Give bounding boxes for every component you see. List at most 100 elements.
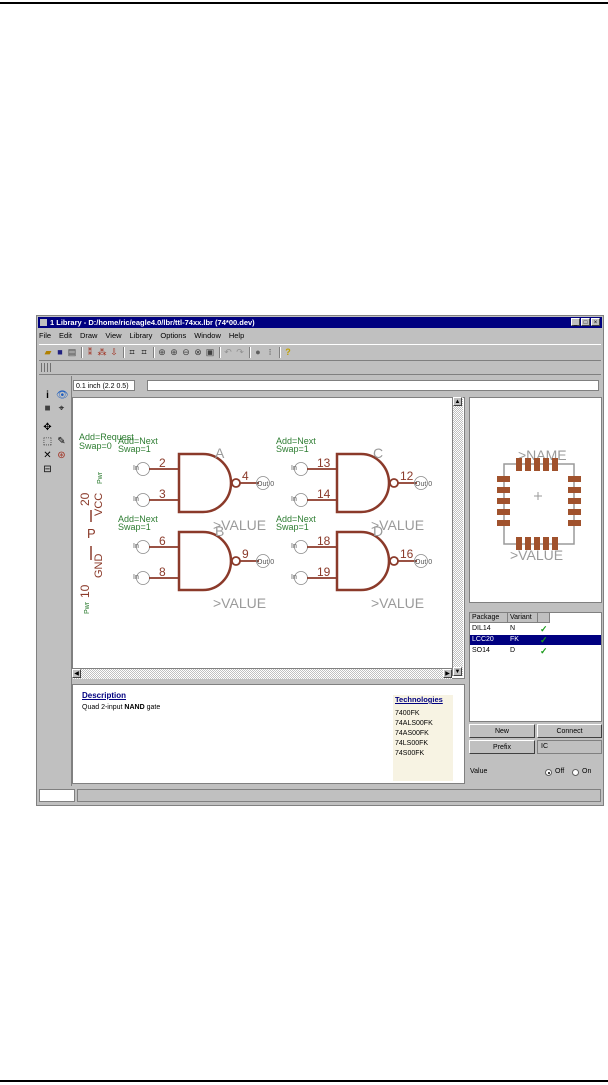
pin-direction: In <box>291 543 297 550</box>
undo-icon[interactable]: ↶ <box>223 347 233 357</box>
group-icon[interactable]: ⬚ <box>42 436 53 447</box>
symbol-icon[interactable]: ⇩ <box>109 347 119 357</box>
pin-direction: In <box>133 543 139 550</box>
pin-direction: Out 0 <box>257 559 274 566</box>
pwr-label-bottom: Pwr <box>84 601 91 614</box>
mark-icon[interactable]: ⌖ <box>56 403 67 414</box>
toolbar: ▰ ■ ▤ ⁑ ⁂ ⇩ ⌗ ⌗ ⊕ ⊕ ⊖ ⊗ ▣ ↶ ↷ ● ⁝ ? <box>39 344 601 361</box>
technologies-link[interactable]: Technologies <box>395 695 443 704</box>
schematic-svg[interactable]: Add=Request Swap=0 20 Pwr VCC P 10 GND P… <box>73 398 453 666</box>
redraw-icon[interactable]: ▣ <box>205 347 215 357</box>
save-icon[interactable]: ■ <box>55 347 65 357</box>
header-variant[interactable]: Variant <box>508 613 538 623</box>
command-line-input[interactable] <box>147 380 599 391</box>
toolbar-separator <box>219 347 221 358</box>
help-icon[interactable]: ? <box>283 347 293 357</box>
add-icon[interactable]: ⊛ <box>56 450 67 461</box>
device-symbol-canvas[interactable]: Add=Request Swap=0 20 Pwr VCC P 10 GND P… <box>72 397 465 679</box>
gate-value: >VALUE <box>371 595 424 611</box>
pin-number: 2 <box>159 456 166 470</box>
value-on-radio[interactable] <box>572 769 579 776</box>
prefix-button[interactable]: Prefix <box>469 740 535 754</box>
info-icon[interactable]: i <box>42 390 53 401</box>
prefix-field[interactable]: IC <box>537 740 602 754</box>
menu-file[interactable]: File <box>39 331 51 340</box>
change-icon[interactable]: ✎ <box>56 436 67 447</box>
menu-draw[interactable]: Draw <box>80 331 98 340</box>
scroll-left-arrow[interactable]: ◀ <box>72 669 81 678</box>
header-package[interactable]: Package <box>470 613 508 623</box>
menu-library[interactable]: Library <box>129 331 152 340</box>
menu-bar: File Edit Draw View Library Options Wind… <box>39 331 250 342</box>
grid2-icon[interactable]: ⌗ <box>139 347 149 357</box>
package-icon[interactable]: ⁂ <box>97 347 107 357</box>
pwr-vcc: VCC <box>93 493 105 516</box>
technologies-box: Technologies 7400FK 74ALS00FK 74AS00FK 7… <box>393 695 453 781</box>
go-icon[interactable]: ⁝ <box>265 347 275 357</box>
attr-swap-1: Swap=1 <box>276 444 309 454</box>
technology-item: 74S00FK <box>395 750 425 757</box>
smd-pad <box>497 520 510 526</box>
status-cell <box>39 789 75 802</box>
redo-icon[interactable]: ↷ <box>235 347 245 357</box>
app-icon[interactable] <box>40 319 47 326</box>
zoom-fit-icon[interactable]: ⊕ <box>157 347 167 357</box>
toolbar-separator <box>81 347 83 358</box>
new-button[interactable]: New <box>469 724 535 738</box>
attr-swap-0: Swap=0 <box>79 441 112 451</box>
header-check <box>538 613 550 623</box>
package-variant-table: Package Variant DIL14 N ✓ LCC20 FK ✓ SO1… <box>469 612 602 722</box>
page-top-rule <box>0 2 608 4</box>
connect-button[interactable]: Connect <box>537 724 602 738</box>
zoom-select-icon[interactable]: ⊗ <box>193 347 203 357</box>
smd-pad <box>516 458 522 471</box>
smd-pad <box>497 487 510 493</box>
delete-icon[interactable]: ✕ <box>42 450 53 461</box>
zoom-in-icon[interactable]: ⊕ <box>169 347 179 357</box>
smd-pad <box>552 537 558 550</box>
smd-pad <box>568 498 581 504</box>
description-link[interactable]: Description <box>82 691 126 700</box>
package-svg: >NAME >VALUE <box>497 447 581 563</box>
menu-options[interactable]: Options <box>160 331 186 340</box>
close-button[interactable]: × <box>591 318 600 326</box>
grid-icon[interactable]: ⌗ <box>127 347 137 357</box>
pwr-pin-bottom: 10 <box>78 584 92 598</box>
table-row-selected[interactable]: LCC20 FK ✓ <box>470 635 601 645</box>
smd-pad <box>534 458 540 471</box>
pwr-label-top: Pwr <box>97 471 104 484</box>
technology-item: 7400FK <box>395 710 420 717</box>
eagle-library-window: 1 Library - D:/home/ric/eagle4.0/lbr/ttl… <box>36 315 604 806</box>
value-off-radio[interactable] <box>545 769 552 776</box>
device-icon[interactable]: ⁑ <box>85 347 95 357</box>
menu-help[interactable]: Help <box>229 331 244 340</box>
title-bar[interactable]: 1 Library - D:/home/ric/eagle4.0/lbr/ttl… <box>38 317 602 328</box>
scroll-right-arrow[interactable]: ▶ <box>443 669 452 678</box>
stop-icon[interactable]: ● <box>253 347 263 357</box>
maximize-button[interactable]: □ <box>581 318 590 326</box>
pin-number: 18 <box>317 534 331 548</box>
technology-item: 74LS00FK <box>395 740 429 747</box>
show-icon[interactable]: 👁 <box>56 390 69 401</box>
minimize-button[interactable]: _ <box>571 318 580 326</box>
nand-gate-body <box>335 452 391 514</box>
table-row[interactable]: DIL14 N ✓ <box>470 624 601 634</box>
zoom-out-icon[interactable]: ⊖ <box>181 347 191 357</box>
print-icon[interactable]: ▤ <box>67 347 77 357</box>
vertical-scrollbar[interactable]: ▲ ▼ <box>452 397 463 676</box>
table-row[interactable]: SO14 D ✓ <box>470 646 601 656</box>
horizontal-scrollbar[interactable]: ◀ ▶ <box>72 668 452 679</box>
grid-toggle-icon[interactable] <box>41 363 51 372</box>
scroll-down-arrow[interactable]: ▼ <box>453 667 462 676</box>
name-icon[interactable]: ⊟ <box>42 464 53 475</box>
nand-gates: Add=NextSwap=1 A>VALUEIn 2In 34Out 0Add=Nex… <box>118 436 432 611</box>
value-on-label: On <box>582 768 592 775</box>
open-icon[interactable]: ▰ <box>43 347 53 357</box>
menu-window[interactable]: Window <box>194 331 221 340</box>
scroll-up-arrow[interactable]: ▲ <box>453 397 462 406</box>
move-icon[interactable]: ✥ <box>42 422 53 433</box>
menu-edit[interactable]: Edit <box>59 331 72 340</box>
smd-pad <box>497 476 510 482</box>
menu-view[interactable]: View <box>105 331 121 340</box>
display-layers-icon[interactable]: ■ <box>42 403 53 414</box>
